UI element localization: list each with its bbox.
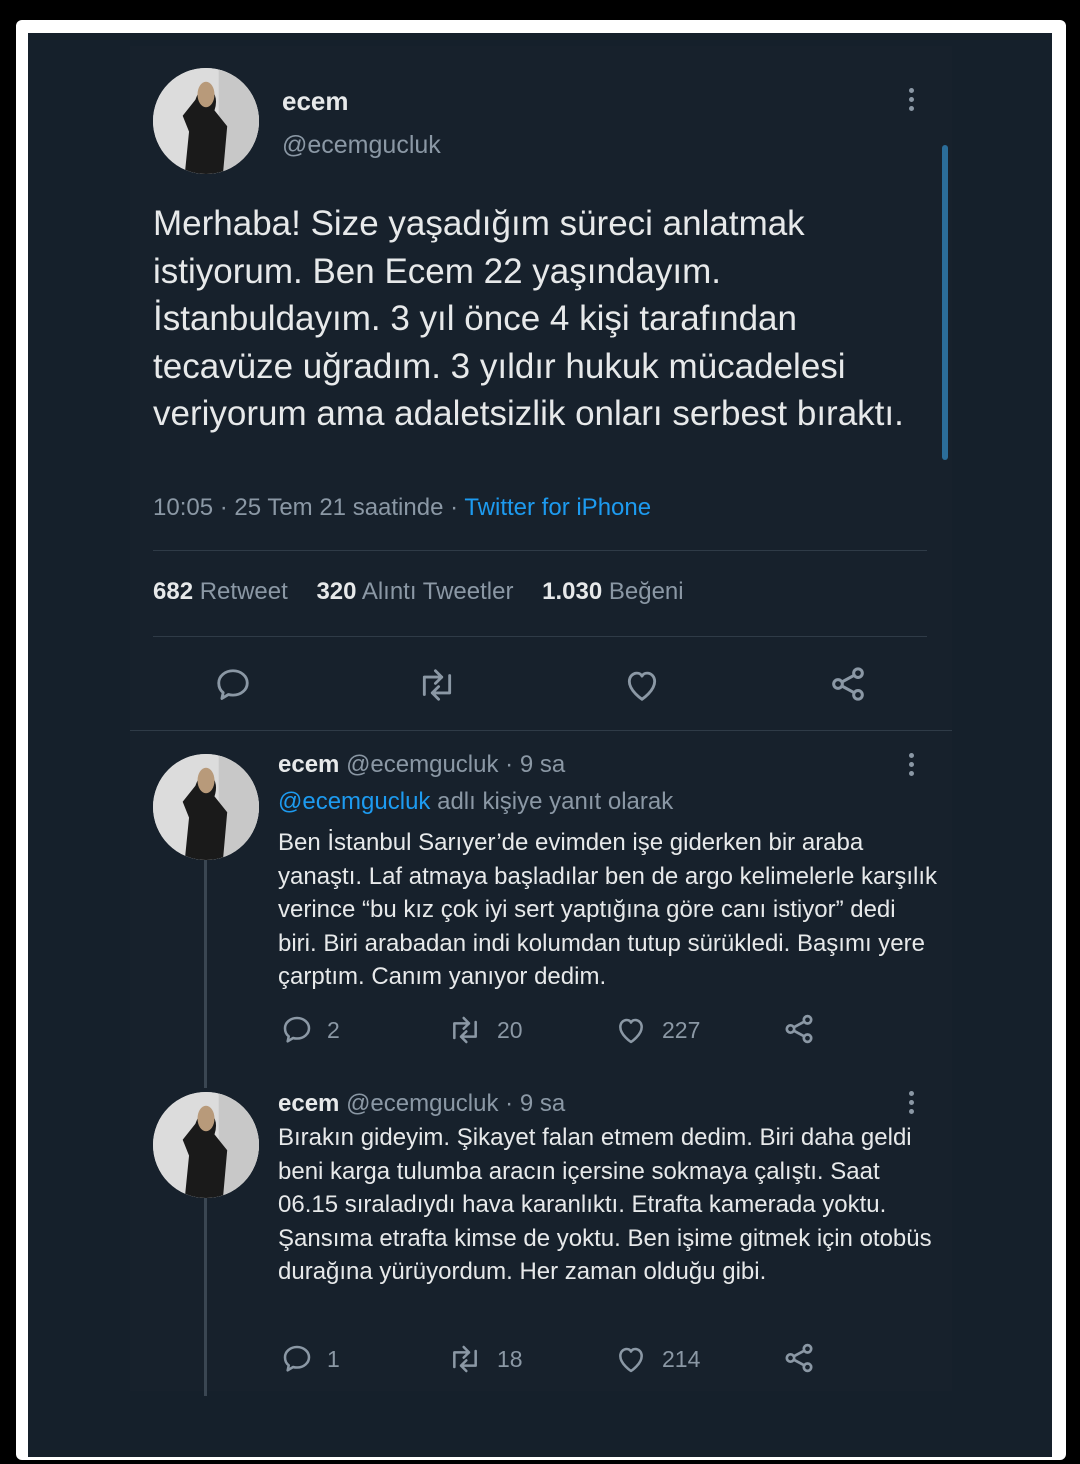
reply-header: ecem @ecemgucluk · 9 sa: [278, 1090, 565, 1118]
like-count: 227: [662, 1016, 701, 1043]
engagement-stats: 682 Retweet 320 Alıntı Tweetler 1.030 Be…: [153, 578, 684, 606]
share-action[interactable]: [782, 1341, 830, 1375]
retweet-icon: [453, 1016, 477, 1044]
author-name[interactable]: ecem: [278, 751, 339, 778]
reply-count: 2: [327, 1016, 340, 1043]
avatar[interactable]: [153, 68, 259, 174]
reply-icon: [283, 1016, 311, 1043]
like-count[interactable]: 1.030 Beğeni: [542, 578, 683, 605]
tweet-text: Merhaba! Size yaşadığım süreci anlatmak …: [153, 204, 904, 433]
like-icon: [619, 1018, 643, 1044]
tweet-time[interactable]: · 9 sa: [505, 751, 565, 778]
avatar[interactable]: [153, 1092, 259, 1198]
tweet-metadata: 10:05 · 25 Tem 21 saatinde · Twitter for…: [153, 494, 651, 522]
more-options-icon[interactable]: [900, 751, 924, 781]
share-action[interactable]: [782, 1012, 830, 1046]
author-name[interactable]: ecem: [278, 1090, 339, 1117]
like-icon: [619, 1347, 643, 1373]
reply-count: 1: [327, 1345, 340, 1372]
avatar[interactable]: [153, 754, 259, 860]
reply-icon[interactable]: [214, 666, 252, 704]
retweet-icon[interactable]: [416, 666, 458, 704]
share-icon[interactable]: [828, 664, 868, 704]
share-icon: [785, 1343, 813, 1373]
divider: [153, 550, 927, 551]
reply-header: ecem @ecemgucluk · 9 sa: [278, 751, 565, 779]
reply-text: Ben İstanbul Sarıyer’de evimden işe gide…: [278, 829, 938, 990]
reply-action[interactable]: 2: [281, 1014, 340, 1046]
reply-action[interactable]: 1: [281, 1343, 340, 1375]
like-action[interactable]: 214: [614, 1343, 700, 1375]
tweet-source-link[interactable]: Twitter for iPhone: [464, 494, 651, 521]
author-handle[interactable]: @ecemgucluk: [346, 1090, 498, 1117]
more-options-icon[interactable]: [900, 1089, 924, 1119]
retweet-action[interactable]: 20: [447, 1014, 523, 1046]
like-count: 214: [662, 1345, 701, 1372]
retweet-icon: [453, 1345, 477, 1373]
retweet-count[interactable]: 682 Retweet: [153, 578, 288, 605]
author-name[interactable]: ecem: [282, 86, 349, 117]
more-options-icon[interactable]: [900, 86, 924, 116]
thread-line: [204, 1196, 207, 1396]
divider: [153, 636, 927, 637]
replying-to: @ecemgucluk adlı kişiye yanıt olarak: [278, 788, 674, 815]
divider: [130, 730, 952, 731]
reply-icon: [283, 1345, 311, 1372]
reply-text: Bırakın gideyim. Şikayet falan etmem ded…: [278, 1124, 932, 1285]
tweet-time[interactable]: · 9 sa: [505, 1090, 565, 1117]
scrollbar[interactable]: [942, 145, 948, 460]
quote-count[interactable]: 320 Alıntı Tweetler: [316, 578, 513, 605]
mention-link[interactable]: @ecemgucluk: [278, 788, 430, 815]
author-handle[interactable]: @ecemgucluk: [282, 131, 441, 160]
author-handle[interactable]: @ecemgucluk: [346, 751, 498, 778]
retweet-count: 18: [497, 1345, 523, 1372]
like-action[interactable]: 227: [614, 1014, 700, 1046]
retweet-action[interactable]: 18: [447, 1343, 523, 1375]
thread-line: [204, 858, 207, 1088]
like-icon[interactable]: [622, 666, 662, 704]
retweet-count: 20: [497, 1016, 523, 1043]
share-icon: [785, 1014, 813, 1044]
tweet-time: 10:05 · 25 Tem 21 saatinde ·: [153, 494, 459, 521]
